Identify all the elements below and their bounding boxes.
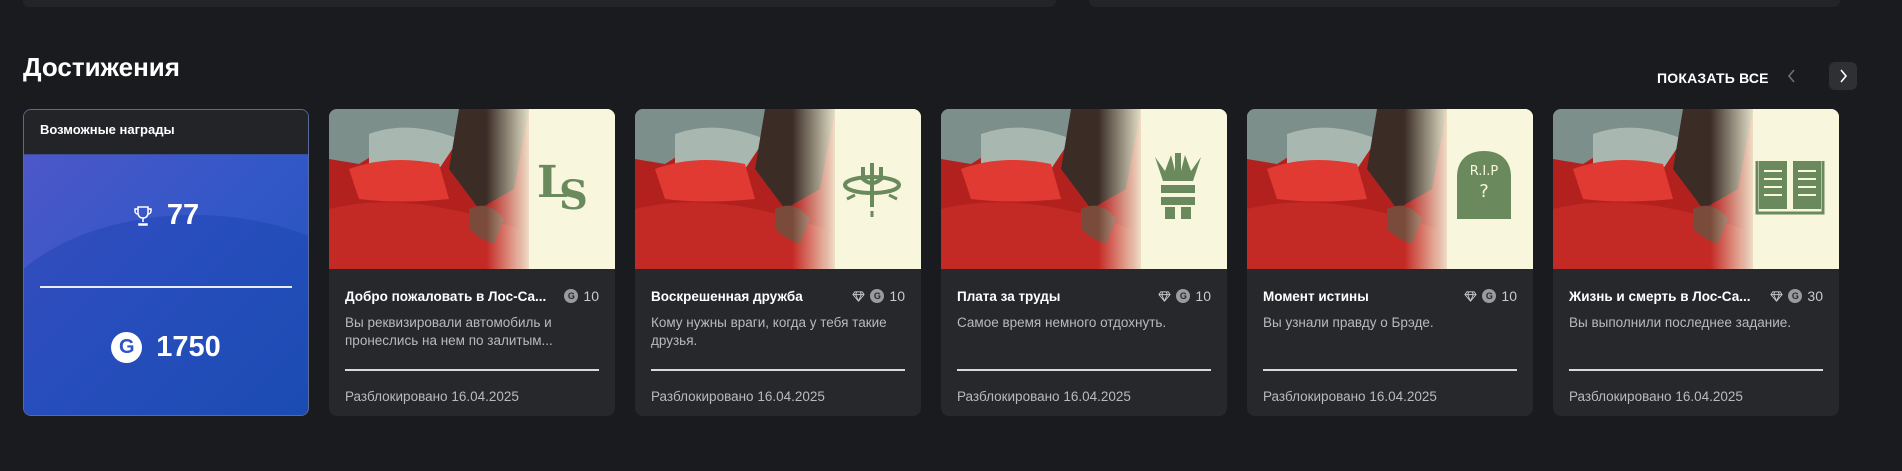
achievement-card[interactable]: Воскрешенная дружба G 10 Кому нужны враги, …: [635, 109, 921, 416]
gamerscore-icon: G: [1482, 289, 1497, 303]
gamerscore-icon: G: [870, 289, 885, 303]
book-icon: [1753, 147, 1827, 221]
trophy-count: 77: [166, 199, 200, 231]
gamerscore-icon: G: [564, 289, 579, 303]
gem-icon: [1464, 290, 1478, 302]
achievement-points: G 10: [852, 288, 905, 304]
achievement-card[interactable]: Жизнь и смерть в Лос-Са... G 30 Вы выполнил…: [1553, 109, 1839, 416]
svg-text:?: ?: [1479, 181, 1489, 202]
achievement-description: Кому нужны враги, когда у тебя такие дру…: [651, 315, 887, 348]
rewards-title: Возможные награды: [24, 110, 308, 155]
gem-icon: [1770, 290, 1784, 302]
achievement-title: Воскрешенная дружба: [651, 288, 803, 304]
achievement-unlock-date: Разблокировано 16.04.2025: [1263, 389, 1437, 404]
gamerscore-value: 1750: [156, 331, 221, 363]
achievement-card[interactable]: L S Добро пожаловать в Лос-Са... G 10 Вы рекв…: [329, 109, 615, 416]
background-wave: [24, 215, 308, 415]
gem-icon: [852, 290, 866, 302]
section-title: Достижения: [23, 52, 180, 82]
points-value: 10: [1501, 288, 1517, 304]
achievement-description: Вы выполнили последнее задание.: [1569, 315, 1791, 330]
achievement-unlock-date: Разблокировано 16.04.2025: [957, 389, 1131, 404]
achievement-unlock-date: Разблокировано 16.04.2025: [651, 389, 825, 404]
achievement-image: [941, 109, 1227, 269]
ls-logo-icon: LS: [529, 147, 603, 221]
chevron-left-icon: [1787, 69, 1795, 83]
achievement-image: [635, 109, 921, 269]
achievement-unlock-date: Разблокировано 16.04.2025: [345, 389, 519, 404]
trophy-icon: [134, 205, 152, 226]
achievement-progress-bar: [1569, 369, 1823, 371]
tombstone-icon: R.I.P?: [1447, 147, 1521, 221]
achievement-description: Вы реквизировали автомобиль и пронеслись…: [345, 315, 553, 348]
next-button[interactable]: [1829, 62, 1857, 90]
achievement-description: Самое время немного отдохнуть.: [957, 315, 1167, 330]
rewards-body: 77 G 1750: [24, 155, 308, 415]
chevron-right-icon: [1840, 69, 1848, 83]
trophy-stat: 77: [24, 199, 308, 232]
previous-section-card-right: [1089, 0, 1840, 7]
achievement-progress-bar: [345, 369, 599, 371]
achievement-card[interactable]: Плата за труды G 10 Самое время немного отд…: [941, 109, 1227, 416]
achievement-title: Момент истины: [1263, 288, 1369, 304]
bound-hands-icon: [1141, 147, 1215, 221]
gamerscore-icon: G: [1788, 289, 1803, 303]
show-all-link[interactable]: ПОКАЗАТЬ ВСЕ: [1657, 70, 1769, 86]
achievement-points: G 10: [564, 288, 599, 304]
achievement-progress-bar: [1263, 369, 1517, 371]
achievement-points: G 10: [1158, 288, 1211, 304]
svg-text:S: S: [559, 172, 588, 219]
achievement-image: LS: [329, 109, 615, 269]
achievement-unlock-date: Разблокировано 16.04.2025: [1569, 389, 1743, 404]
svg-text:R.I.P: R.I.P: [1470, 164, 1499, 179]
gamerscore-icon: G: [111, 332, 143, 363]
gem-icon: [1158, 290, 1172, 302]
achievement-progress-bar: [651, 369, 905, 371]
previous-section-card-left: [23, 0, 1056, 7]
points-value: 30: [1807, 288, 1823, 304]
gamerscore-stat: G 1750: [24, 331, 308, 364]
points-value: 10: [889, 288, 905, 304]
achievement-image: R.I.P?: [1247, 109, 1533, 269]
achievement-image: [1553, 109, 1839, 269]
achievement-description: Вы узнали правду о Брэде.: [1263, 315, 1434, 330]
prev-button[interactable]: [1778, 62, 1806, 90]
achievement-title: Добро пожаловать в Лос-Са...: [345, 288, 547, 304]
points-value: 10: [1195, 288, 1211, 304]
achievement-points: G 10: [1464, 288, 1517, 304]
rewards-divider: [40, 286, 292, 288]
trident-icon: [835, 147, 909, 221]
achievement-title: Жизнь и смерть в Лос-Са...: [1569, 288, 1751, 304]
achievement-points: G 30: [1770, 288, 1823, 304]
achievement-title: Плата за труды: [957, 288, 1061, 304]
points-value: 10: [583, 288, 599, 304]
achievement-progress-bar: [957, 369, 1211, 371]
possible-rewards-card[interactable]: Возможные награды 77 G 1750: [23, 109, 309, 416]
achievement-card[interactable]: R.I.P? Момент истины G 10 Вы узнали правду о…: [1247, 109, 1533, 416]
gamerscore-icon: G: [1176, 289, 1191, 303]
